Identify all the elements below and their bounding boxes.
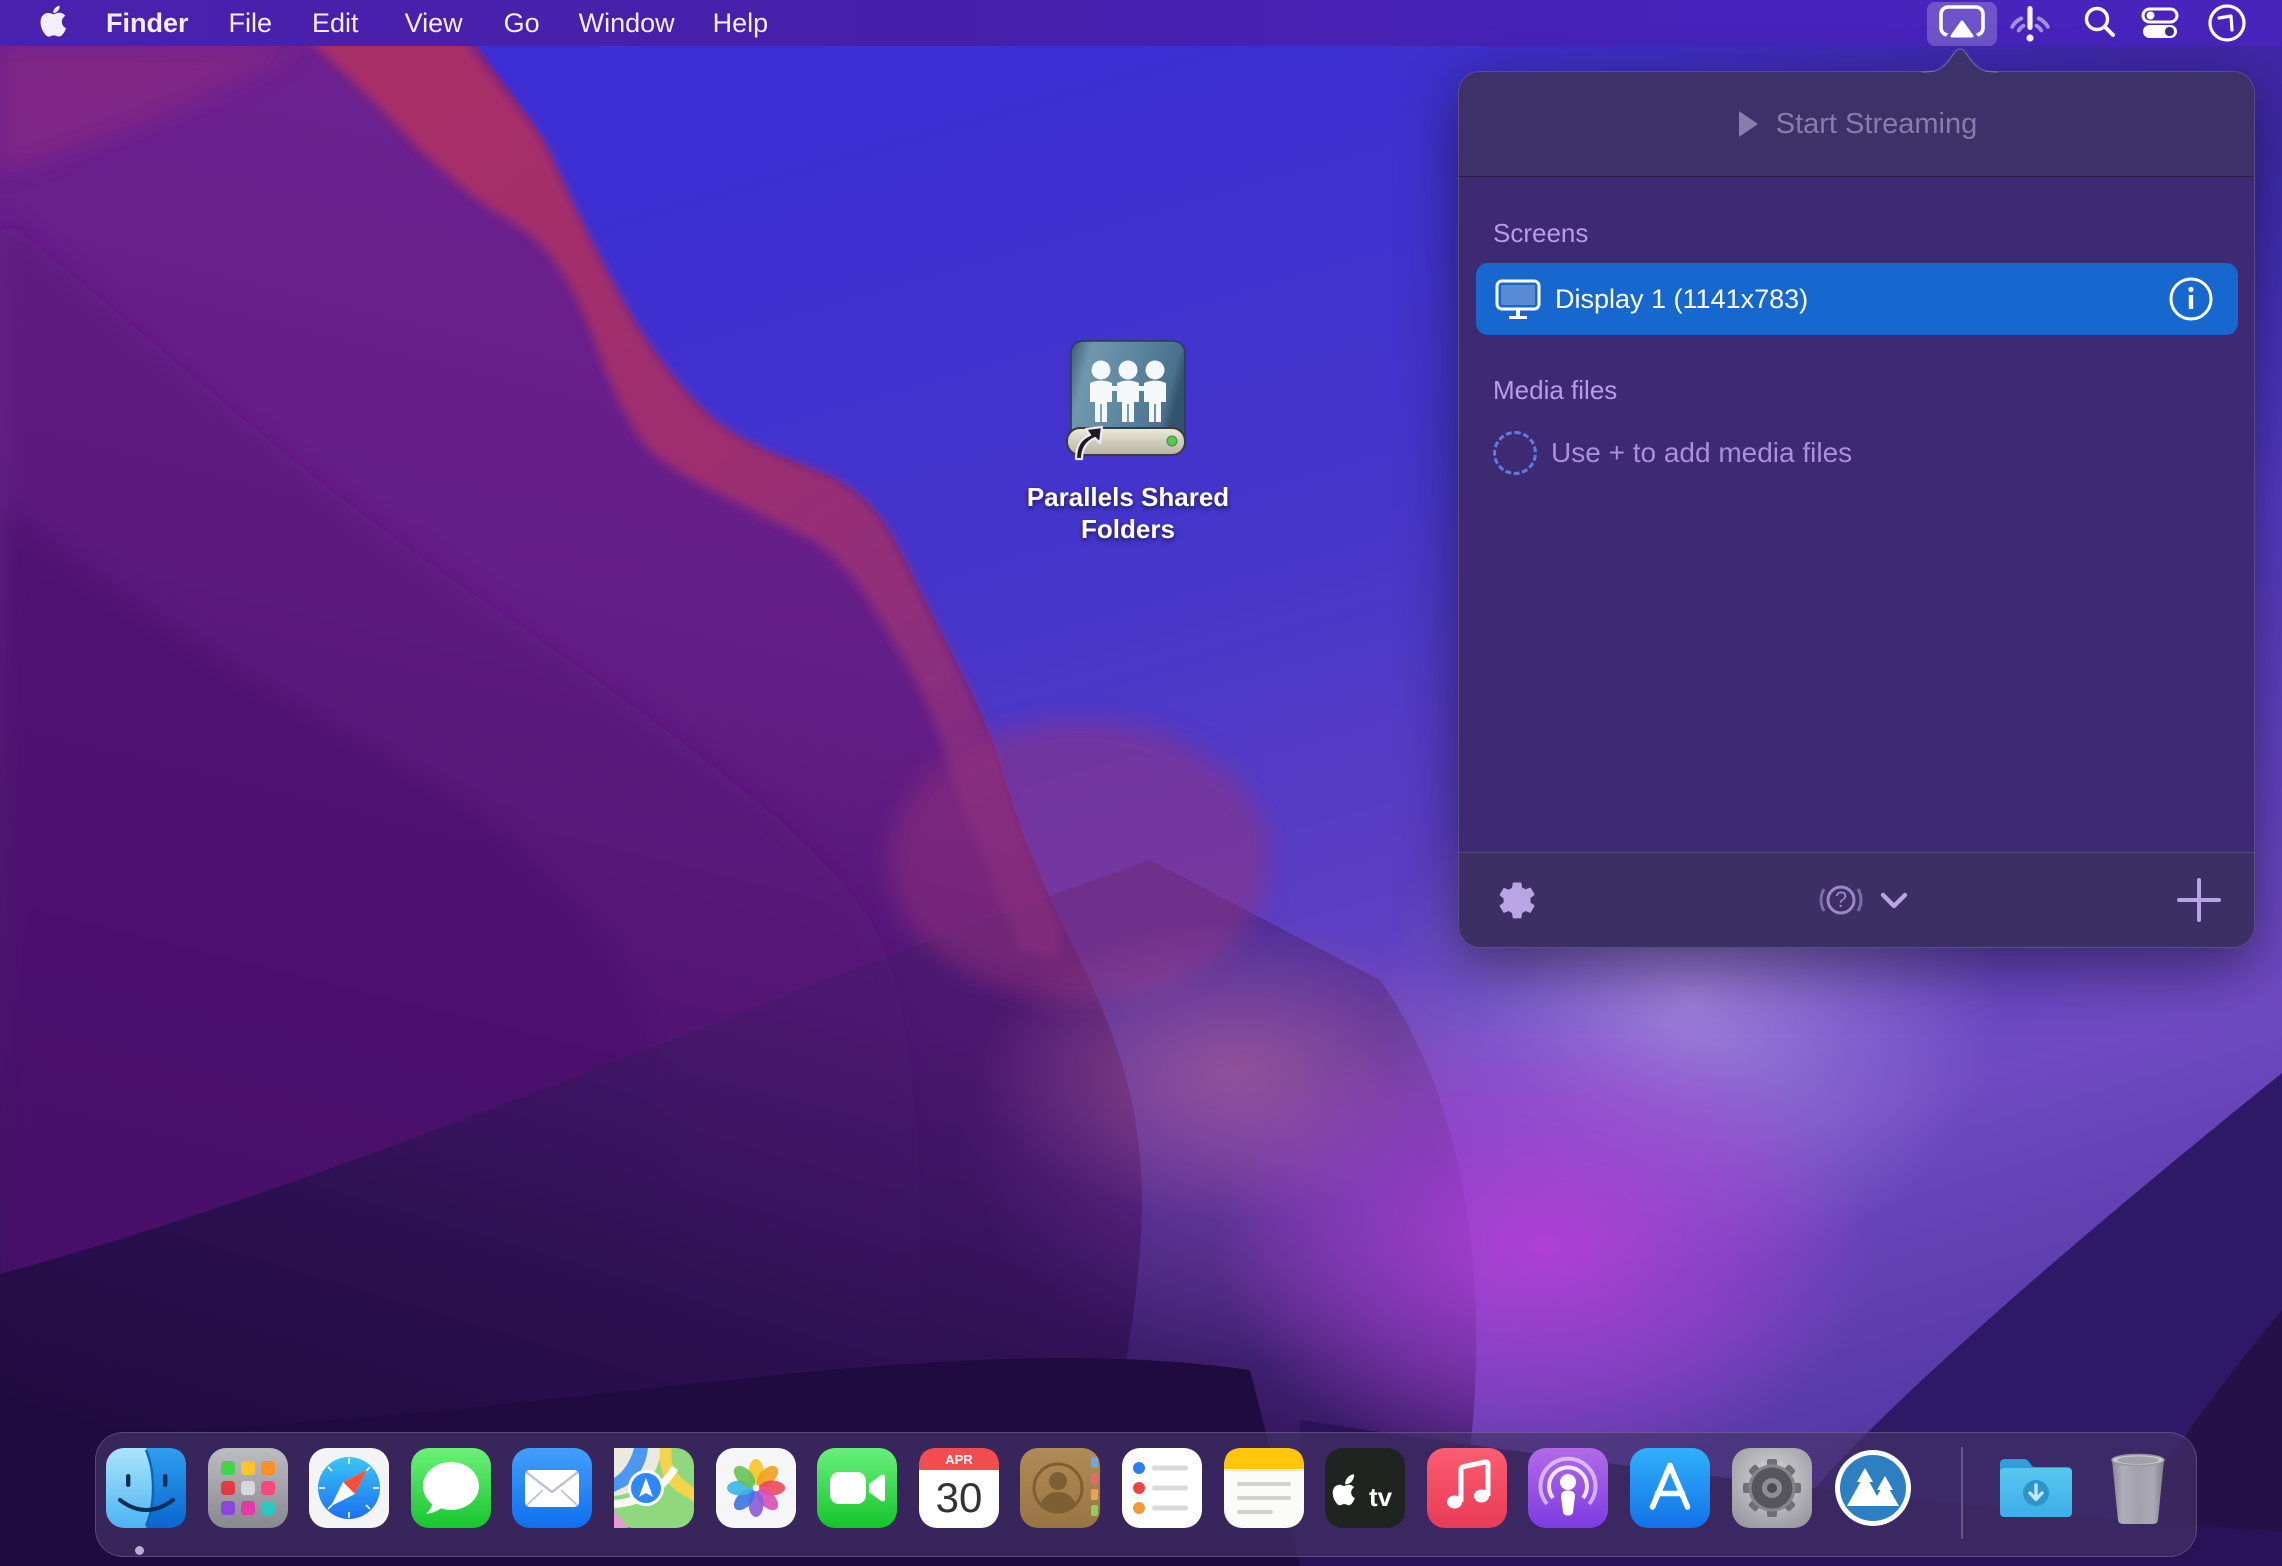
svg-text:APR: APR [945, 1452, 973, 1467]
svg-text:tv: tv [1369, 1482, 1393, 1512]
svg-text:30: 30 [936, 1474, 983, 1521]
svg-text:?: ? [1835, 887, 1847, 912]
